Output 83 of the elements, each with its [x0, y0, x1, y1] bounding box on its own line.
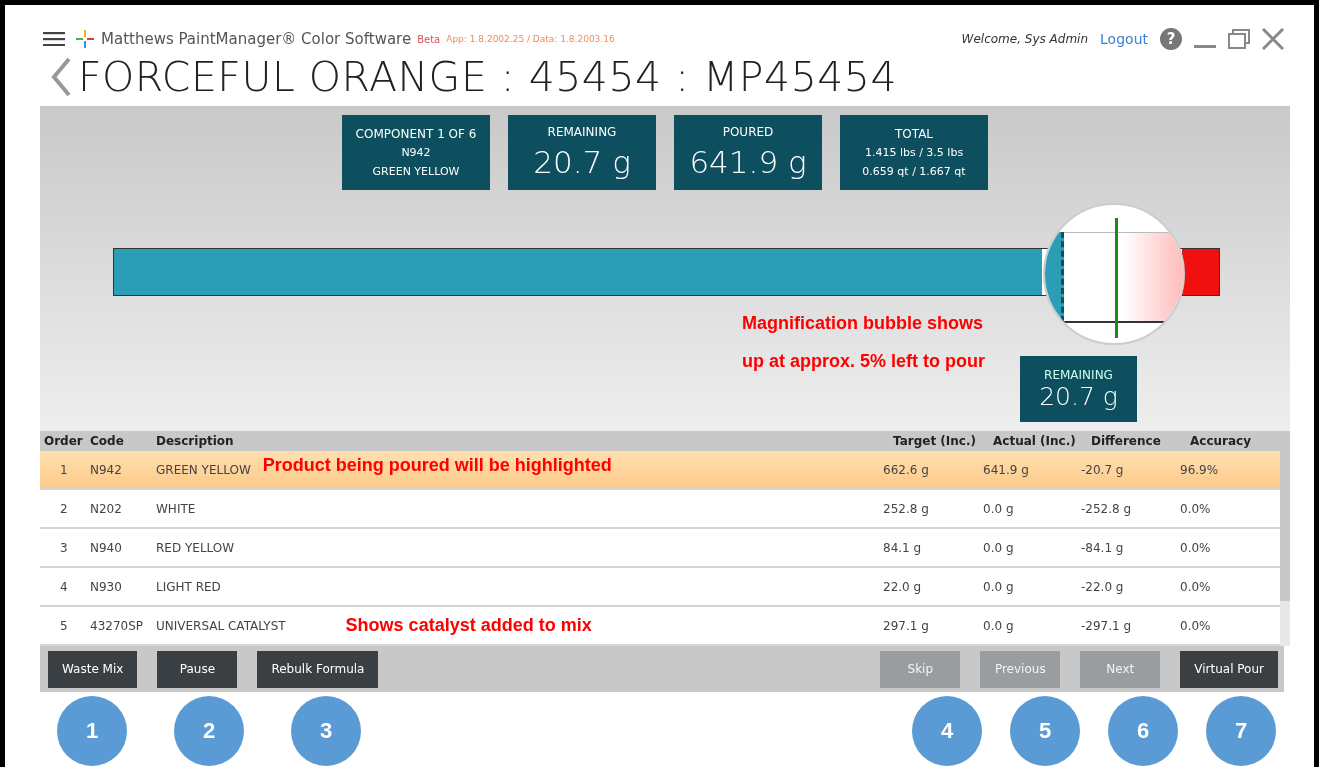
table-cell-text: 0.0 g	[983, 501, 1015, 516]
number-marker: 2	[174, 696, 244, 766]
action-button[interactable]: Virtual Pour	[1180, 650, 1278, 688]
table-cell-text: 0.0%	[1180, 579, 1212, 594]
tile-line: 0.659 qt / 1.667 qt	[862, 163, 966, 180]
annotation-text: Product being poured will be highlighted	[262, 455, 612, 476]
callout-label: REMAINING	[1044, 367, 1113, 382]
action-button[interactable]: Pause	[157, 650, 238, 688]
table-cell-text: 0.0 g	[983, 579, 1015, 594]
scrollbar[interactable]	[1280, 451, 1290, 646]
number-marker: 5	[1010, 696, 1080, 766]
back-icon[interactable]	[50, 57, 72, 97]
number-marker: 3	[291, 696, 361, 766]
table-cell-text: N940	[90, 540, 123, 555]
action-button[interactable]: Rebulk Formula	[257, 650, 379, 688]
table-cell-text: 0.0 g	[983, 540, 1015, 555]
close-icon[interactable]	[1262, 28, 1284, 50]
table-cell-text: 252.8 g	[883, 501, 930, 516]
tile-label: POURED	[722, 123, 774, 141]
table-cell-text: N942	[90, 462, 123, 477]
annotation-text: Magnification bubble shows up at approx. 5% left to pour	[742, 312, 986, 373]
number-marker: 4	[912, 696, 982, 766]
table-cell-text: 297.1 g	[883, 618, 930, 633]
app-name: Matthews PaintManager® Color Software	[101, 30, 412, 48]
table-cell-text: 84.1 g	[883, 540, 923, 555]
table-cell-text: 3	[59, 540, 69, 555]
tile-line: TOTAL	[894, 125, 934, 143]
table-row[interactable]: 1 N942 GREEN YELLOW Product being poured will be highlighted 662.6 g 641.9 g -20.7 g 96.9%	[40, 451, 1280, 490]
table-cell: WHITE	[156, 501, 196, 516]
tile-line: 1.415 lbs / 3.5 lbs	[864, 144, 964, 161]
tile-label: REMAINING	[547, 123, 617, 141]
table-cell-text: 43270SP	[90, 618, 145, 633]
tile-line: GREEN YELLOW	[372, 163, 460, 180]
table-cell-text: -20.7 g	[1081, 462, 1125, 477]
table-cell-text: 0.0 g	[983, 618, 1015, 633]
table-cell-text: -22.0 g	[1081, 579, 1125, 594]
page-title: FORCEFUL ORANGE : 45454 : MP45454	[78, 53, 897, 101]
table-cell-text: 96.9%	[1180, 462, 1220, 477]
column-header: Actual (Inc.)	[993, 434, 1077, 448]
table-cell: UNIVERSAL CATALYST	[156, 618, 286, 633]
annotation-text: Shows catalyst added to mix	[345, 615, 592, 636]
tile-value: 20.7 g	[533, 142, 631, 182]
tile-value: 641.9 g	[689, 142, 807, 182]
column-header: Description	[156, 434, 235, 448]
table-cell-text: 662.6 g	[883, 462, 930, 477]
table-cell-text: 4	[59, 579, 69, 594]
number-marker: 7	[1206, 696, 1276, 766]
table-cell-text: -84.1 g	[1081, 540, 1125, 555]
callout-value: 20.7 g	[1039, 381, 1118, 411]
tile-line: N942	[401, 144, 431, 161]
number-marker: 1	[57, 696, 127, 766]
table-cell-text: 0.0%	[1180, 540, 1212, 555]
tile-line: COMPONENT 1 OF 6	[355, 125, 477, 143]
table-cell-text: 0.0%	[1180, 501, 1212, 516]
table-cell-text: 5	[59, 618, 69, 633]
column-header: Difference	[1091, 434, 1162, 448]
table-cell: LIGHT RED	[156, 579, 221, 594]
logo-icon	[75, 29, 95, 49]
table-cell-text: 1	[59, 462, 69, 477]
logout-link[interactable]: Logout	[1100, 31, 1148, 47]
menu-icon[interactable]	[43, 32, 65, 46]
table-cell-text: -297.1 g	[1081, 618, 1133, 633]
maximize-icon[interactable]	[1228, 29, 1250, 49]
table-cell-text: 22.0 g	[883, 579, 923, 594]
table-cell: GREEN YELLOW	[156, 462, 251, 477]
column-header: Target (Inc.)	[893, 434, 977, 448]
help-button[interactable]: ?	[1160, 28, 1182, 50]
column-header: Accuracy	[1190, 434, 1252, 448]
welcome-text: Welcome, Sys Admin	[961, 32, 1089, 46]
table-cell-text: 641.9 g	[983, 462, 1030, 477]
beta-label: Beta	[417, 33, 441, 45]
overpour-zone	[1182, 249, 1219, 295]
table-cell-text: -252.8 g	[1081, 501, 1133, 516]
action-button[interactable]: Waste Mix	[48, 650, 138, 688]
table-cell-text: N930	[90, 579, 123, 594]
column-header: Code	[90, 434, 125, 448]
number-marker: 6	[1108, 696, 1178, 766]
table-cell: RED YELLOW	[156, 540, 235, 555]
column-header: Order	[43, 434, 84, 448]
version-text: App: 1.8.2002.25 / Data: 1.8.2003.16	[446, 34, 615, 44]
table-cell-text: 0.0%	[1180, 618, 1212, 633]
table-cell-text: N202	[90, 501, 123, 516]
table-cell-text: 2	[59, 501, 69, 516]
